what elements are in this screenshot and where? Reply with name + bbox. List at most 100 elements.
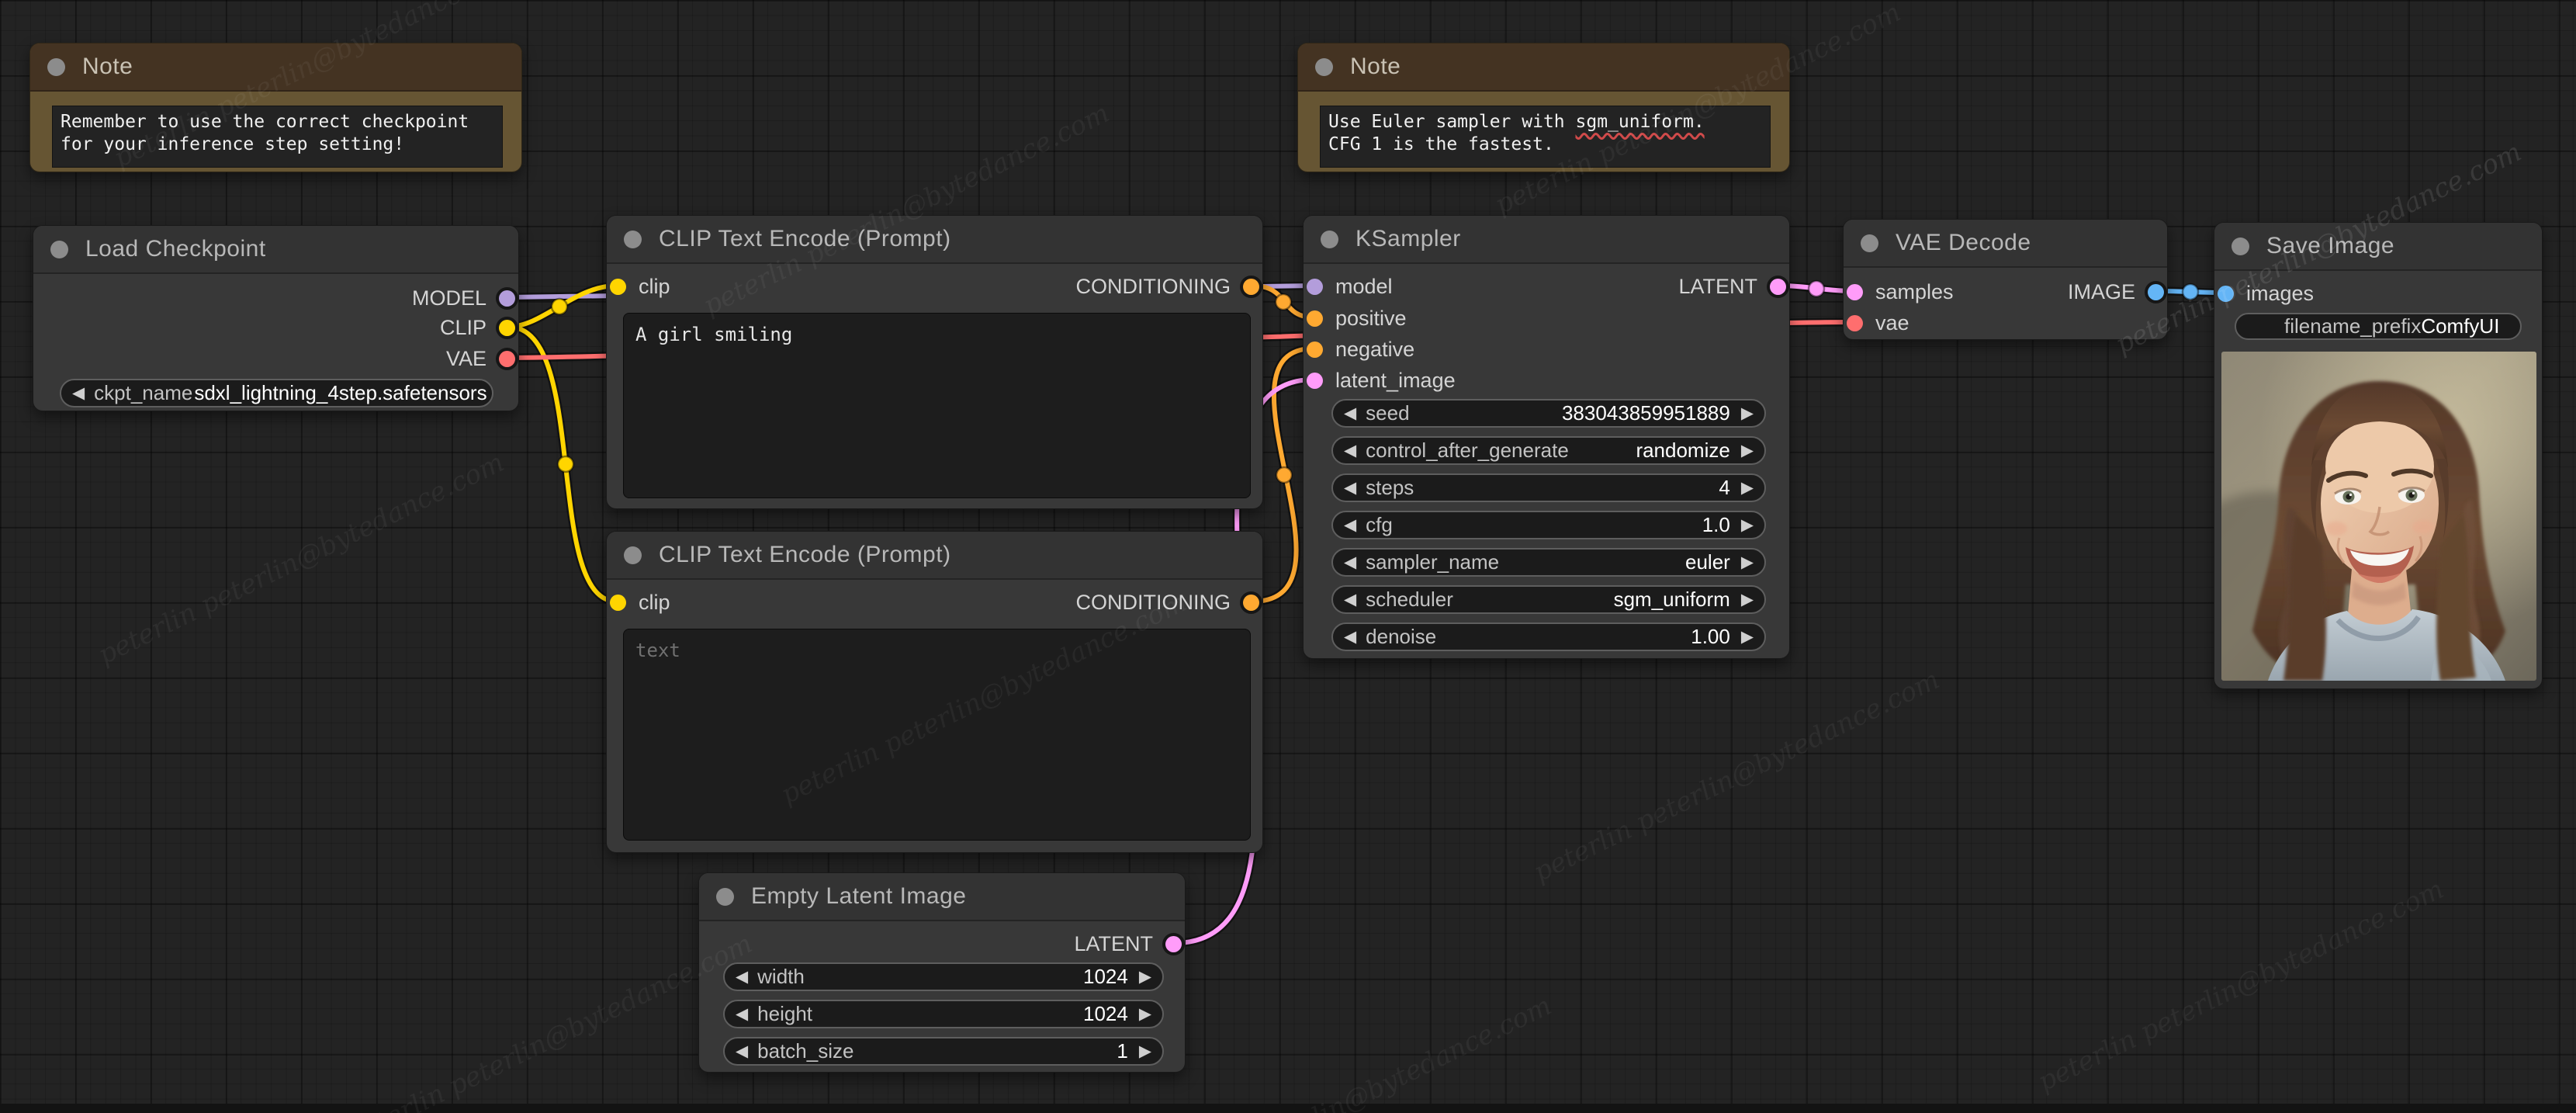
decrement-arrow-icon[interactable]: ◀ (1344, 517, 1356, 533)
increment-arrow-icon[interactable]: ▶ (1741, 554, 1754, 570)
batch-size-widget[interactable]: ◀ batch_size 1 ▶ (723, 1037, 1164, 1066)
latent-output-port[interactable] (1770, 278, 1786, 295)
output-label: CONDITIONING (1075, 590, 1231, 614)
link-dot (1275, 466, 1293, 484)
collapse-dot-icon[interactable] (1315, 57, 1333, 76)
decrement-arrow-icon[interactable]: ◀ (1344, 554, 1356, 570)
clip-input-port[interactable] (610, 594, 626, 611)
node-header[interactable]: CLIP Text Encode (Prompt) (607, 532, 1262, 580)
portrait-illustration (2221, 352, 2536, 681)
node-header[interactable]: VAE Decode (1844, 220, 2167, 268)
increment-arrow-icon[interactable]: ▶ (1139, 1043, 1151, 1059)
increment-arrow-icon[interactable]: ▶ (1741, 480, 1754, 496)
decrement-arrow-icon[interactable]: ◀ (1344, 442, 1356, 459)
denoise-widget[interactable]: ◀ denoise 1.00 ▶ (1331, 622, 1766, 651)
decrement-arrow-icon[interactable]: ◀ (1344, 480, 1356, 496)
clip-input-port[interactable] (610, 278, 626, 295)
prompt-text-input[interactable]: A girl smiling (623, 313, 1251, 498)
samples-input-port[interactable] (1847, 283, 1863, 300)
decrement-arrow-icon[interactable]: ◀ (1344, 591, 1356, 608)
collapse-dot-icon[interactable] (47, 57, 65, 76)
increment-arrow-icon[interactable]: ▶ (1139, 969, 1151, 985)
collapse-dot-icon[interactable] (1861, 234, 1878, 252)
node-header[interactable]: Save Image (2214, 223, 2542, 271)
decrement-arrow-icon[interactable]: ◀ (1344, 629, 1356, 645)
ckpt-name-widget[interactable]: ◀ ckpt_name sdxl_lightning_4step.safeten… (60, 379, 493, 407)
decrement-arrow-icon[interactable]: ◀ (736, 1006, 748, 1022)
node-header[interactable]: Note (30, 43, 521, 92)
clip-output-port[interactable] (499, 319, 515, 336)
decrement-arrow-icon[interactable]: ◀ (72, 385, 85, 401)
decrement-arrow-icon[interactable]: ◀ (736, 969, 748, 985)
node-header[interactable]: CLIP Text Encode (Prompt) (607, 216, 1262, 264)
seed-widget[interactable]: ◀ seed 383043859951889 ▶ (1331, 399, 1766, 428)
node-note-2[interactable]: Note Use Euler sampler with sgm_uniform.… (1297, 43, 1790, 172)
node-header[interactable]: KSampler (1304, 216, 1789, 264)
increment-arrow-icon[interactable]: ▶ (1139, 1006, 1151, 1022)
input-label: images (2246, 281, 2315, 305)
height-widget[interactable]: ◀ height 1024 ▶ (723, 1000, 1164, 1028)
link-dot (2181, 283, 2200, 301)
image-output-port[interactable] (2148, 283, 2164, 300)
widget-value: 1024 (1083, 965, 1128, 988)
images-input-port[interactable] (2218, 285, 2234, 302)
collapse-dot-icon[interactable] (2231, 237, 2249, 255)
collapse-dot-icon[interactable] (50, 240, 68, 258)
increment-arrow-icon[interactable]: ▶ (1741, 517, 1754, 533)
node-header[interactable]: Note (1298, 43, 1789, 92)
node-empty-latent-image[interactable]: Empty Latent Image LATENT ◀ width 1024 ▶… (698, 872, 1186, 1073)
input-label: model (1335, 274, 1393, 298)
model-input-port[interactable] (1307, 278, 1323, 295)
sampler-name-widget[interactable]: ◀ sampler_name euler ▶ (1331, 548, 1766, 577)
node-title: Load Checkpoint (85, 236, 266, 262)
node-note-1[interactable]: Note Remember to use the correct checkpo… (29, 43, 522, 172)
vae-input-port[interactable] (1847, 314, 1863, 331)
cfg-widget[interactable]: ◀ cfg 1.0 ▶ (1331, 511, 1766, 539)
prompt-text-input[interactable] (623, 629, 1251, 841)
widget-value: 1.00 (1691, 625, 1730, 648)
model-output-port[interactable] (499, 290, 515, 307)
node-clip-text-encode-negative[interactable]: CLIP Text Encode (Prompt) clip CONDITION… (606, 531, 1263, 853)
decrement-arrow-icon[interactable]: ◀ (736, 1043, 748, 1059)
node-ksampler[interactable]: KSampler model positive negative latent_… (1303, 215, 1790, 659)
increment-arrow-icon[interactable]: ▶ (1741, 629, 1754, 645)
increment-arrow-icon[interactable]: ▶ (1741, 442, 1754, 459)
node-header[interactable]: Empty Latent Image (699, 873, 1185, 921)
widget-label: width (757, 965, 805, 988)
node-title: Save Image (2266, 233, 2395, 258)
latent-output-port[interactable] (1165, 935, 1182, 952)
node-save-image[interactable]: Save Image images filename_prefix ComfyU… (2214, 222, 2543, 689)
increment-arrow-icon[interactable]: ▶ (1741, 591, 1754, 608)
conditioning-output-port[interactable] (1243, 278, 1259, 295)
positive-input-port[interactable] (1307, 310, 1323, 327)
node-clip-text-encode-positive[interactable]: CLIP Text Encode (Prompt) clip CONDITION… (606, 215, 1263, 509)
vae-output-port[interactable] (499, 350, 515, 367)
collapse-dot-icon[interactable] (716, 887, 734, 906)
widget-value: 4 (1719, 476, 1730, 499)
conditioning-output-port[interactable] (1243, 594, 1259, 611)
widget-label: batch_size (757, 1039, 854, 1063)
decrement-arrow-icon[interactable]: ◀ (1344, 405, 1356, 421)
negative-input-port[interactable] (1307, 341, 1323, 358)
widget-label: scheduler (1366, 588, 1453, 611)
output-label: VAE (445, 346, 486, 370)
latent-image-input-port[interactable] (1307, 372, 1323, 389)
filename-prefix-widget[interactable]: filename_prefix ComfyUI (2235, 313, 2522, 340)
width-widget[interactable]: ◀ width 1024 ▶ (723, 962, 1164, 991)
widget-value: 1 (1117, 1039, 1128, 1063)
input-label: vae (1875, 310, 1909, 335)
collapse-dot-icon[interactable] (624, 546, 642, 564)
collapse-dot-icon[interactable] (1321, 230, 1338, 248)
increment-arrow-icon[interactable]: ▶ (1741, 405, 1754, 421)
input-label: negative (1335, 337, 1415, 361)
node-vae-decode[interactable]: VAE Decode samples vae IMAGE (1843, 219, 2168, 340)
node-header[interactable]: Load Checkpoint (33, 226, 518, 274)
note-text[interactable]: Remember to use the correct checkpoint f… (52, 106, 503, 168)
steps-widget[interactable]: ◀ steps 4 ▶ (1331, 473, 1766, 502)
collapse-dot-icon[interactable] (624, 230, 642, 248)
node-load-checkpoint[interactable]: Load Checkpoint MODEL CLIP VAE ◀ ckpt_na… (33, 225, 519, 411)
scheduler-widget[interactable]: ◀ scheduler sgm_uniform ▶ (1331, 585, 1766, 614)
note-text[interactable]: Use Euler sampler with sgm_uniform. CFG 1… (1320, 106, 1771, 168)
widget-label: seed (1366, 401, 1410, 425)
control-after-generate-widget[interactable]: ◀ control_after_generate randomize ▶ (1331, 436, 1766, 465)
